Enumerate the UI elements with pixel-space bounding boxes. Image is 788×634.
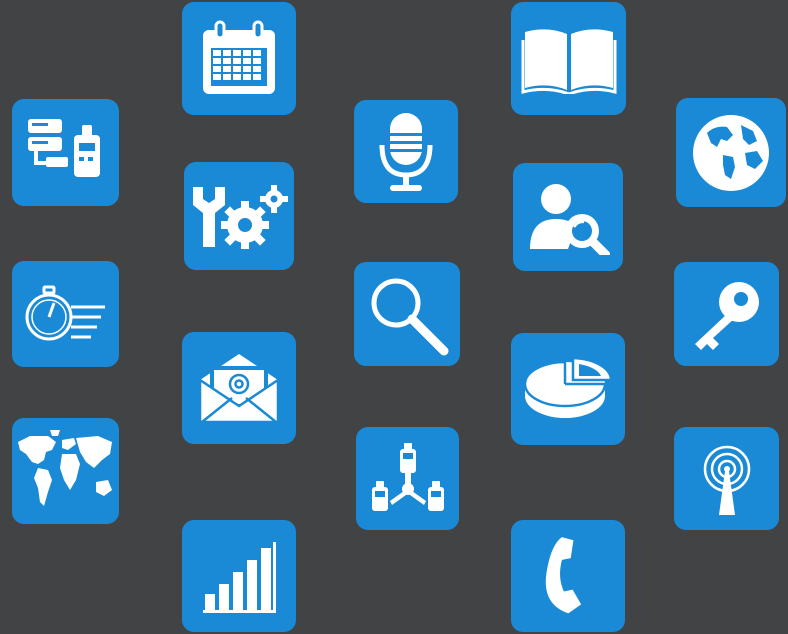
calendar-tile[interactable] (182, 2, 296, 115)
stopwatch-list-icon (25, 285, 105, 341)
open-book-icon (521, 28, 616, 94)
network-devices-icon (371, 442, 444, 511)
stopwatch-list-tile[interactable] (12, 261, 119, 367)
calendar-icon (203, 20, 275, 94)
pie-chart-tile[interactable] (511, 333, 625, 445)
user-search-tile[interactable] (513, 163, 623, 271)
microphone-icon (379, 112, 433, 191)
email-tile[interactable] (182, 332, 296, 444)
broadcast-antenna-tile[interactable] (674, 427, 779, 530)
key-icon (694, 282, 759, 350)
network-devices-tile[interactable] (356, 427, 459, 530)
user-search-icon (530, 184, 610, 255)
magnifier-tile[interactable] (354, 262, 460, 366)
tools-gears-icon (193, 185, 288, 249)
world-map-tile[interactable] (12, 418, 119, 524)
broadcast-antenna-icon (703, 445, 750, 515)
email-icon (198, 354, 280, 424)
tools-gears-tile[interactable] (184, 162, 294, 270)
bar-chart-icon (203, 542, 276, 613)
phone-tile[interactable] (511, 520, 625, 632)
microphone-tile[interactable] (354, 100, 458, 203)
open-book-tile[interactable] (511, 2, 626, 115)
globe-icon (693, 114, 769, 191)
pie-chart-icon (523, 356, 613, 418)
bar-chart-tile[interactable] (182, 520, 296, 632)
globe-tile[interactable] (676, 98, 786, 207)
magnifier-icon (371, 278, 449, 356)
phone-icon (545, 537, 582, 614)
key-tile[interactable] (674, 262, 779, 366)
world-map-icon (17, 430, 112, 506)
server-device-tile[interactable] (12, 99, 119, 206)
server-device-icon (27, 118, 100, 177)
